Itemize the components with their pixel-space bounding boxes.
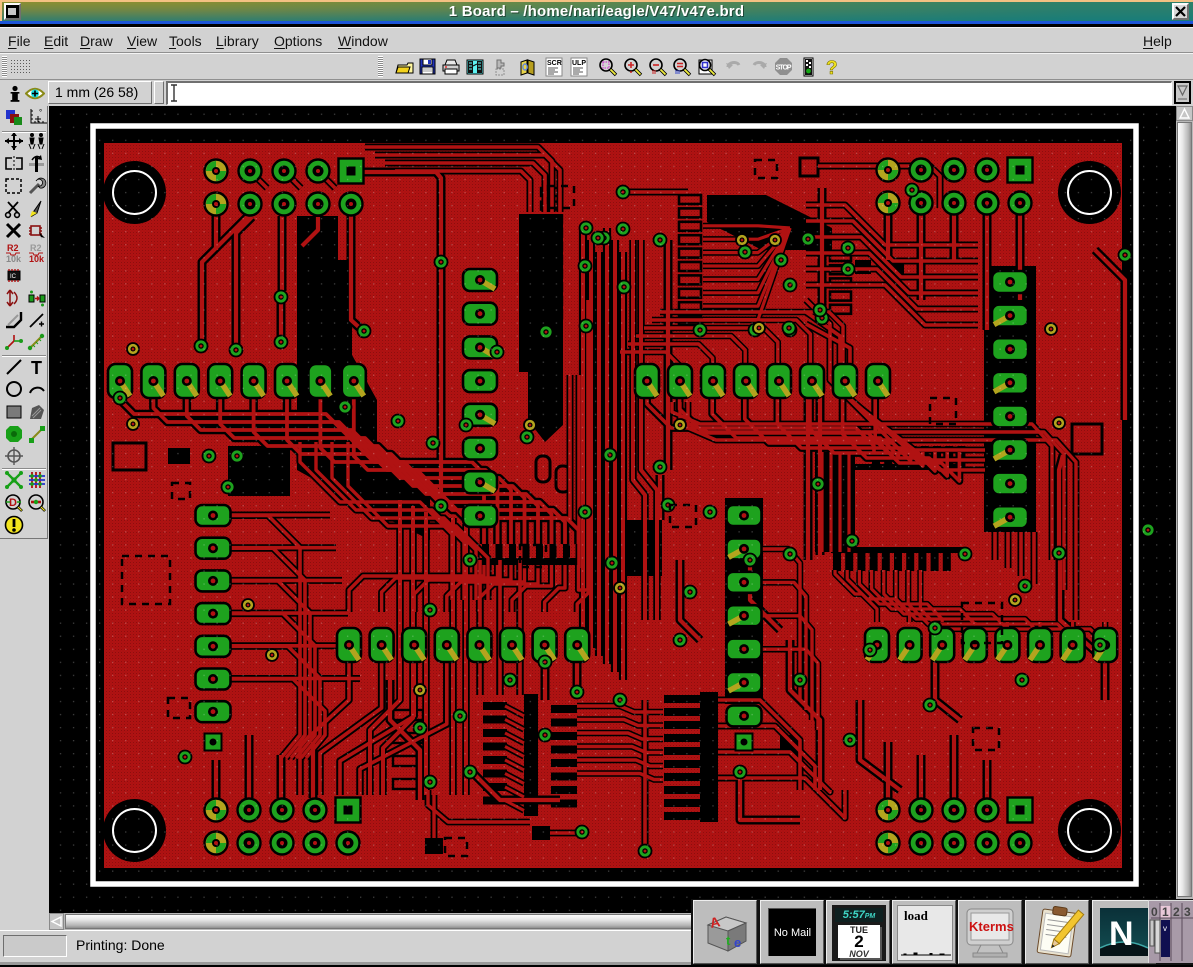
svg-text:2: 2	[1173, 905, 1180, 919]
svg-text:0: 0	[1151, 905, 1158, 919]
svg-text:D: D	[9, 497, 17, 509]
svg-text:10k: 10k	[29, 254, 45, 263]
svg-text:Kterms: Kterms	[969, 919, 1014, 934]
svg-text:R2: R2	[7, 243, 19, 253]
svg-text:°: °	[39, 108, 42, 117]
svg-text:T: T	[31, 358, 42, 377]
svg-text:10k: 10k	[6, 254, 22, 263]
svg-text:e: e	[734, 935, 741, 950]
svg-text:SCR: SCR	[547, 60, 562, 67]
svg-text:t: t	[726, 933, 731, 948]
svg-text:ULP: ULP	[572, 60, 586, 67]
svg-text:N: N	[1109, 915, 1134, 953]
svg-text:1: 1	[1162, 905, 1169, 919]
svg-text:R2: R2	[30, 243, 42, 253]
svg-text:3: 3	[1184, 905, 1191, 919]
svg-text:STOP: STOP	[776, 65, 792, 72]
svg-text:?: ?	[826, 58, 838, 77]
svg-text:v: v	[1163, 924, 1167, 933]
svg-text:A: A	[708, 913, 721, 931]
svg-text:IC: IC	[10, 274, 17, 280]
